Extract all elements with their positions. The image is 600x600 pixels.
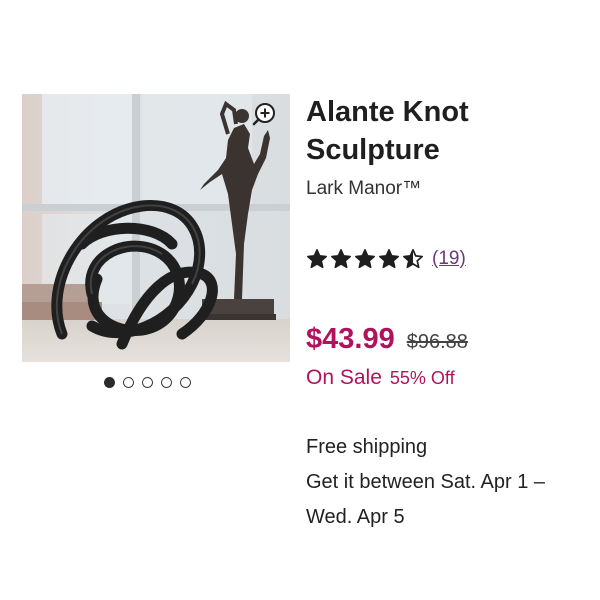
carousel-dot[interactable] <box>180 376 191 388</box>
zoom-button[interactable] <box>251 102 277 128</box>
shipping-delivery-window-end: Wed. Apr 5 <box>306 506 405 528</box>
carousel-dot[interactable] <box>142 376 153 388</box>
star-half-icon <box>403 249 423 269</box>
sale-label: On Sale <box>306 366 382 389</box>
discount-badge: 55% Off <box>389 368 455 388</box>
carousel-dot[interactable] <box>161 376 172 388</box>
star-full-icon <box>379 249 399 269</box>
image-carousel-dots <box>104 375 191 389</box>
carousel-dot[interactable] <box>104 376 115 388</box>
zoom-in-icon <box>252 103 275 126</box>
product-photo-illustration <box>22 94 290 362</box>
star-full-icon <box>331 249 351 269</box>
rating: (19) <box>306 245 466 273</box>
product-title: Alante Knot Sculpture <box>306 96 469 166</box>
product-image[interactable] <box>22 94 290 362</box>
star-full-icon <box>307 249 327 269</box>
price-row: $43.99 $96.88 <box>306 323 468 356</box>
star-rating <box>306 248 424 270</box>
star-full-icon <box>355 249 375 269</box>
sale-info: On Sale 55% Off <box>306 366 455 390</box>
sale-price: $43.99 <box>306 323 395 355</box>
brand-name[interactable]: Lark Manor™ <box>306 178 421 200</box>
original-price: $96.88 <box>406 331 468 353</box>
shipping-free: Free shipping <box>306 436 428 458</box>
review-count-link[interactable]: (19) <box>432 248 466 270</box>
shipping-delivery-window: Get it between Sat. Apr 1 – <box>306 471 546 493</box>
shipping-info: Free shipping Get it between Sat. Apr 1 … <box>306 430 596 535</box>
carousel-dot[interactable] <box>123 376 134 388</box>
